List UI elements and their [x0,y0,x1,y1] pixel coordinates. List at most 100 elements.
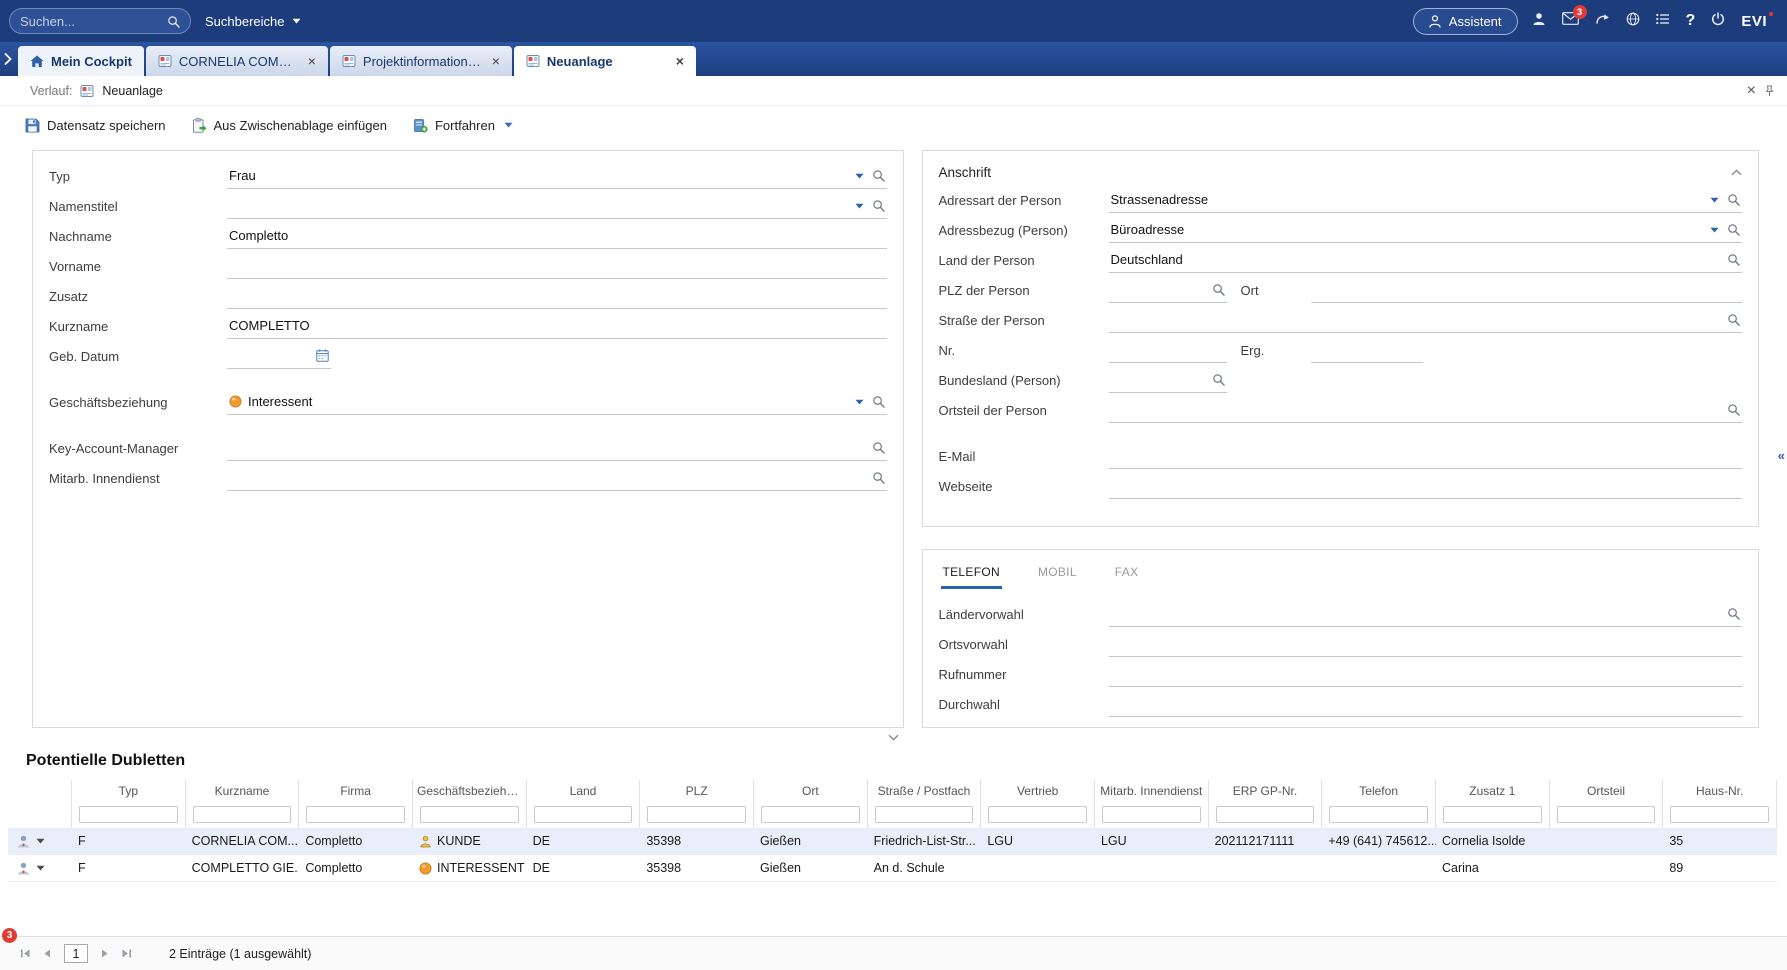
pin-icon[interactable] [1764,85,1775,97]
lookup-icon[interactable] [1212,283,1225,296]
column-header[interactable]: Telefon [1322,780,1436,802]
global-search-box[interactable] [9,8,191,34]
column-filter-input[interactable] [193,806,292,823]
first-page-button[interactable] [20,948,31,959]
column-filter-input[interactable] [875,806,974,823]
column-header[interactable]: Geschäftsbeziehung [413,780,527,802]
column-header[interactable]: PLZ [640,780,754,802]
column-filter-input[interactable] [761,806,860,823]
dropdown-caret-icon[interactable] [1710,227,1719,233]
lookup-icon[interactable] [1212,373,1225,386]
column-filter-input[interactable] [79,806,178,823]
ortsvorwahl-field[interactable] [1109,631,1743,657]
power-icon[interactable] [1711,12,1725,31]
column-filter-input[interactable] [1443,806,1542,823]
column-filter-input[interactable] [988,806,1087,823]
adressart-field[interactable]: Strassenadresse [1109,187,1743,213]
lookup-icon[interactable] [1727,193,1740,206]
page-number-input[interactable]: 1 [64,944,88,963]
key-account-manager-field[interactable] [227,435,887,461]
row-expand-caret-icon[interactable] [36,865,45,871]
lookup-icon[interactable] [872,199,885,212]
column-filter-input[interactable] [1102,806,1201,823]
column-header[interactable]: Ortsteil [1550,780,1664,802]
next-page-button[interactable] [99,948,110,959]
lookup-icon[interactable] [1727,607,1740,620]
lookup-icon[interactable] [1727,313,1740,326]
bundesland-field[interactable] [1109,367,1227,393]
dropdown-caret-icon[interactable] [855,203,864,209]
lookup-icon[interactable] [872,471,885,484]
redo-icon[interactable] [1595,12,1610,30]
geb-datum-field[interactable] [227,343,331,369]
column-header[interactable]: Land [527,780,641,802]
assistent-button[interactable]: Assistent [1413,8,1518,35]
column-header[interactable]: Firma [299,780,413,802]
close-tab-icon[interactable]: × [492,54,500,68]
close-icon[interactable]: × [1747,83,1756,99]
zusatz-field[interactable] [227,283,887,309]
collapse-section-icon[interactable] [1731,169,1742,176]
tab-mein-cockpit[interactable]: Mein Cockpit [18,46,144,76]
tab-overflow-arrow-icon[interactable] [4,53,12,65]
collapse-side-panel-icon[interactable]: « [1778,448,1785,463]
ort-field[interactable] [1311,277,1743,303]
erg-field[interactable] [1311,337,1423,363]
previous-page-button[interactable] [42,948,53,959]
column-filter-input[interactable] [420,806,519,823]
nachname-field[interactable]: Completto [227,223,887,249]
column-header[interactable]: Ort [754,780,868,802]
kurzname-field[interactable]: COMPLETTO [227,313,887,339]
notifications-button[interactable]: 3 [1562,12,1579,30]
mitarb-innendienst-field[interactable] [227,465,887,491]
adressbezug-field[interactable]: Büroadresse [1109,217,1743,243]
plz-field[interactable] [1109,277,1227,303]
tab-cornelia-completto[interactable]: CORNELIA COMPLE... × [146,46,328,76]
column-filter-input[interactable] [1329,806,1428,823]
search-input[interactable] [20,14,161,29]
notification-corner-badge[interactable]: 3 [2,928,17,943]
lookup-icon[interactable] [1727,223,1740,236]
column-header[interactable]: Straße / Postfach [868,780,982,802]
row-expand-caret-icon[interactable] [36,838,45,844]
verlauf-item[interactable]: Neuanlage [102,84,162,98]
calendar-icon[interactable] [316,349,329,362]
dropdown-caret-icon[interactable] [855,173,864,179]
rufnummer-field[interactable] [1109,661,1743,687]
dropdown-caret-icon[interactable] [855,399,864,405]
save-record-button[interactable]: Datensatz speichern [25,118,166,133]
column-header[interactable]: ERP GP-Nr. [1209,780,1323,802]
table-row[interactable]: FCORNELIA COM...ComplettoKUNDEDE35398Gie… [8,828,1777,855]
lookup-icon[interactable] [1727,403,1740,416]
namenstitel-field[interactable] [227,193,887,219]
suchbereiche-dropdown[interactable]: Suchbereiche [205,14,301,29]
tab-neuanlage[interactable]: Neuanlage × [514,46,696,76]
nr-field[interactable] [1109,337,1227,363]
column-header[interactable]: Kurzname [186,780,300,802]
search-icon[interactable] [167,15,180,28]
dropdown-caret-icon[interactable] [1710,197,1719,203]
close-tab-icon[interactable]: × [308,54,316,68]
globe-icon[interactable] [1626,12,1640,31]
column-filter-input[interactable] [1557,806,1656,823]
paste-from-clipboard-button[interactable]: Aus Zwischenablage einfügen [192,118,387,133]
column-header[interactable]: Vertrieb [981,780,1095,802]
land-field[interactable]: Deutschland [1109,247,1743,273]
email-field[interactable] [1109,443,1743,469]
fortfahren-button[interactable]: Fortfahren [413,118,513,133]
geschaeftsbeziehung-field[interactable]: Interessent [227,389,887,415]
strasse-field[interactable] [1109,307,1743,333]
column-header[interactable]: Haus-Nr. [1663,780,1777,802]
column-header[interactable]: Typ [72,780,186,802]
column-filter-input[interactable] [1670,806,1769,823]
splitter-handle[interactable] [0,728,1787,746]
lookup-icon[interactable] [872,395,885,408]
column-header[interactable]: Zusatz 1 [1436,780,1550,802]
lookup-icon[interactable] [872,169,885,182]
typ-field[interactable]: Frau [227,163,887,189]
column-header[interactable]: Mitarb. Innendienst [1095,780,1209,802]
tab-mobil[interactable]: MOBIL [1036,560,1079,589]
ortsteil-field[interactable] [1109,397,1743,423]
tab-projektinformationen[interactable]: Projektinformatione... × [330,46,512,76]
user-icon[interactable] [1532,12,1546,31]
